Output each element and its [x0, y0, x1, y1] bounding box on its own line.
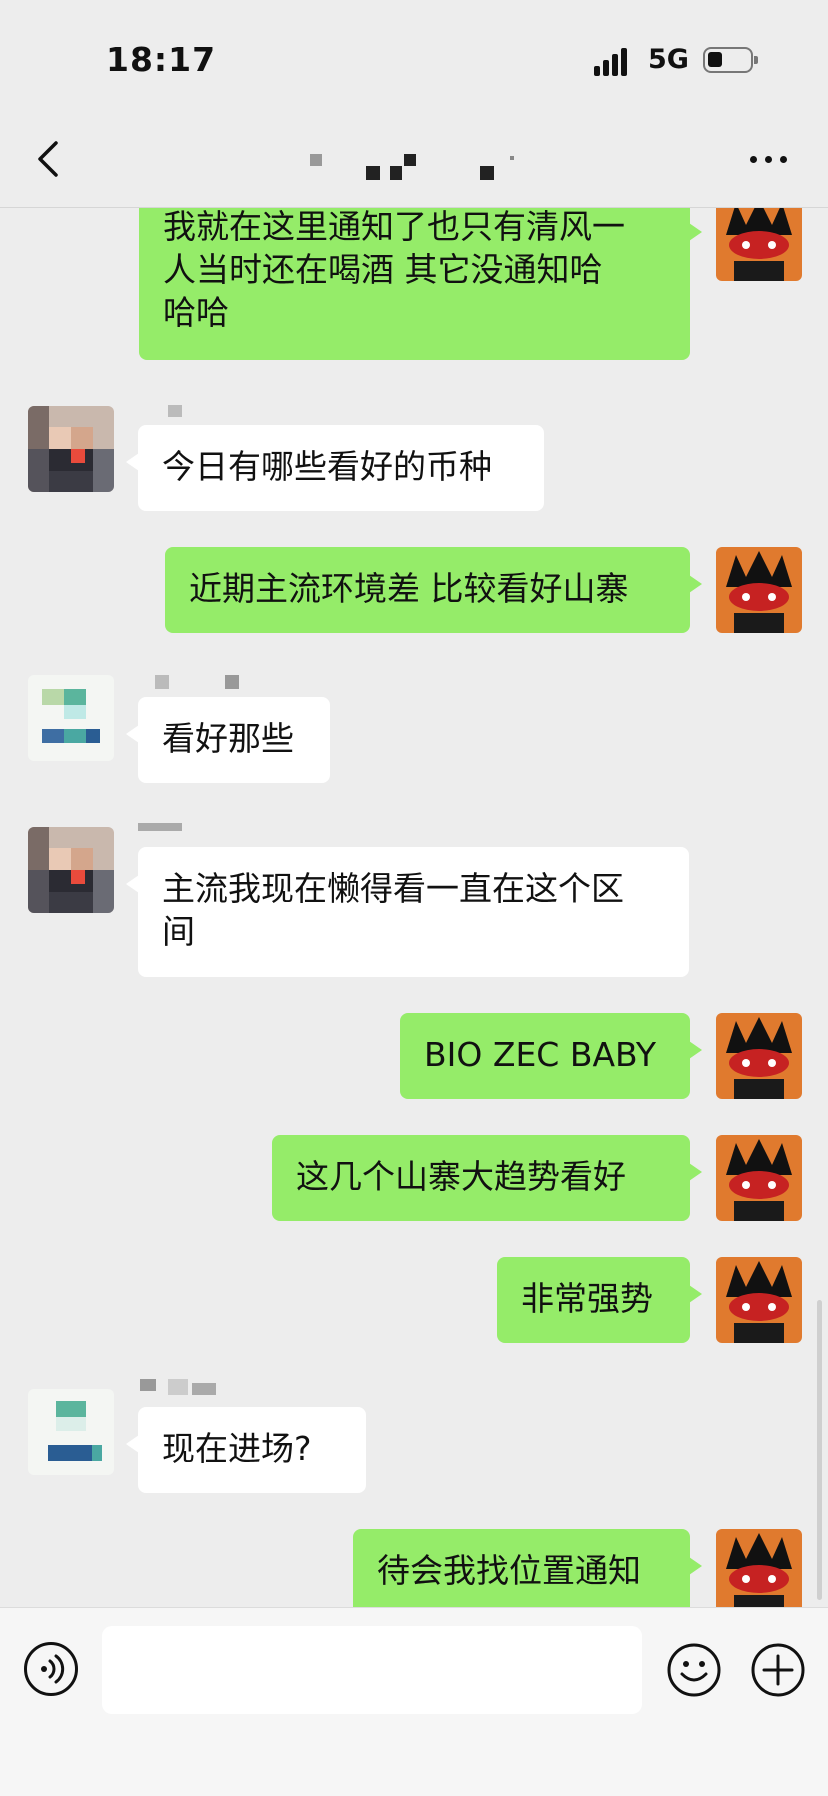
outgoing-message[interactable]: 我就在这里通知了也只有清风一 人当时还在喝酒 其它没通知哈 哈哈 — [139, 207, 702, 360]
input-bar — [0, 1607, 828, 1796]
sender-name-pixelated — [155, 675, 245, 695]
contact-avatar[interactable] — [28, 406, 114, 492]
my-avatar[interactable] — [716, 207, 802, 281]
sender-name-pixelated — [138, 823, 188, 843]
outgoing-message[interactable]: BIO ZEC BABY — [400, 1013, 702, 1099]
my-avatar[interactable] — [716, 547, 802, 633]
outgoing-message[interactable]: 非常强势 — [497, 1257, 702, 1343]
incoming-message[interactable]: 看好那些 — [126, 697, 330, 783]
incoming-message[interactable]: 现在进场? — [126, 1407, 366, 1493]
more-dots-icon[interactable] — [750, 156, 790, 164]
sender-name-pixelated — [140, 1379, 240, 1399]
my-avatar[interactable] — [716, 1257, 802, 1343]
nav-bar — [0, 110, 828, 208]
emoji-icon[interactable] — [666, 1642, 722, 1698]
status-time: 18:17 — [106, 40, 217, 79]
outgoing-message[interactable]: 这几个山寨大趋势看好 — [272, 1135, 702, 1221]
chat-title-pixelated — [300, 150, 540, 180]
status-bar: 18:17 5G — [0, 0, 828, 110]
chat-screen: 18:17 5G 我就在这里通知了也只有清风一 人当时还在喝酒 其它没通知哈 哈… — [0, 0, 828, 1796]
message-input[interactable] — [102, 1626, 642, 1714]
my-avatar[interactable] — [716, 1135, 802, 1221]
incoming-message[interactable]: 主流我现在懒得看一直在这个区 间 — [126, 847, 689, 977]
network-type: 5G — [648, 44, 689, 75]
my-avatar[interactable] — [716, 1529, 802, 1607]
contact-avatar[interactable] — [28, 675, 114, 761]
message-list[interactable]: 我就在这里通知了也只有清风一 人当时还在喝酒 其它没通知哈 哈哈 今日有哪些看好… — [0, 207, 828, 1607]
sender-name-pixelated — [168, 405, 198, 425]
chevron-left-icon[interactable] — [36, 140, 60, 178]
plus-icon[interactable] — [750, 1642, 806, 1698]
scrollbar[interactable] — [817, 1300, 822, 1600]
voice-icon[interactable] — [24, 1642, 78, 1696]
contact-avatar[interactable] — [28, 827, 114, 913]
outgoing-message[interactable]: 近期主流环境差 比较看好山寨 — [165, 547, 702, 633]
my-avatar[interactable] — [716, 1013, 802, 1099]
outgoing-message[interactable]: 待会我找位置通知 — [353, 1529, 702, 1607]
contact-avatar[interactable] — [28, 1389, 114, 1475]
incoming-message[interactable]: 今日有哪些看好的币种 — [126, 425, 544, 511]
battery-icon — [703, 47, 758, 73]
signal-icon — [594, 46, 636, 76]
